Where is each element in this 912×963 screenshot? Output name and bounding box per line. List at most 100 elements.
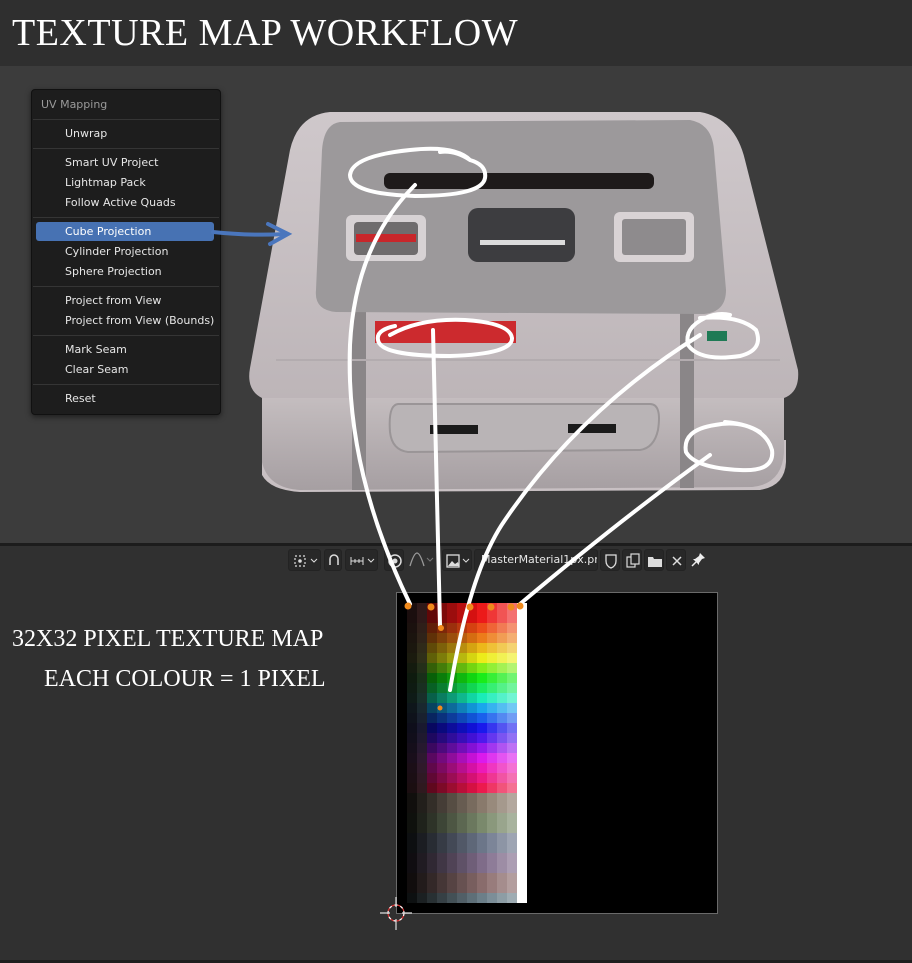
- caption-line-2: EACH COLOUR = 1 PIXEL: [44, 666, 326, 692]
- snap-icon[interactable]: [324, 549, 342, 571]
- color-swatch-pixel: [427, 763, 437, 773]
- color-swatch-pixel: [437, 613, 447, 623]
- color-swatch-pixel: [437, 803, 447, 813]
- color-swatch-pixel: [487, 623, 497, 633]
- color-swatch-pixel: [507, 783, 517, 793]
- color-swatch-pixel: [417, 893, 427, 903]
- color-swatch-pixel: [487, 863, 497, 873]
- color-swatch-pixel: [457, 743, 467, 753]
- color-swatch-pixel: [477, 713, 487, 723]
- color-swatch-pixel: [407, 853, 417, 863]
- color-swatch-pixel: [417, 643, 427, 653]
- color-swatch-pixel: [517, 683, 527, 693]
- color-swatch-pixel: [457, 713, 467, 723]
- color-swatch-pixel: [487, 733, 497, 743]
- color-swatch-pixel: [447, 733, 457, 743]
- color-swatch-pixel: [417, 783, 427, 793]
- color-swatch-pixel: [497, 793, 507, 803]
- color-swatch-pixel: [507, 823, 517, 833]
- color-swatch-pixel: [437, 763, 447, 773]
- color-swatch-pixel: [517, 813, 527, 823]
- color-swatch-pixel: [417, 703, 427, 713]
- color-swatch-pixel: [447, 773, 457, 783]
- menu-item-mark-seam[interactable]: Mark Seam: [36, 340, 214, 359]
- color-swatch-pixel: [427, 653, 437, 663]
- color-swatch-pixel: [467, 803, 477, 813]
- color-swatch-pixel: [517, 743, 527, 753]
- color-swatch-pixel: [467, 833, 477, 843]
- open-folder-icon[interactable]: [644, 549, 664, 571]
- color-swatch-pixel: [437, 683, 447, 693]
- color-swatch-pixel: [507, 613, 517, 623]
- color-swatch-pixel: [487, 833, 497, 843]
- color-swatch-pixel: [407, 823, 417, 833]
- color-swatch-pixel: [467, 763, 477, 773]
- snap-target-icon[interactable]: [345, 549, 378, 571]
- image-browse-icon[interactable]: [442, 549, 472, 571]
- menu-item-unwrap[interactable]: Unwrap: [36, 124, 214, 143]
- pin-icon[interactable]: [688, 549, 708, 571]
- color-swatch-pixel: [477, 733, 487, 743]
- menu-item-cube-projection[interactable]: Cube Projection: [36, 222, 214, 241]
- falloff-icon[interactable]: [406, 549, 436, 571]
- color-swatch-pixel: [417, 733, 427, 743]
- color-swatch-pixel: [517, 723, 527, 733]
- color-swatch-pixel: [417, 623, 427, 633]
- color-swatch-pixel: [507, 893, 517, 903]
- fake-user-icon[interactable]: [600, 549, 620, 571]
- texture-image[interactable]: [396, 592, 718, 914]
- color-swatch-pixel: [407, 863, 417, 873]
- color-swatch-pixel: [497, 653, 507, 663]
- color-swatch-pixel: [467, 713, 477, 723]
- duplicate-image-icon[interactable]: [622, 549, 642, 571]
- color-swatch-pixel: [457, 653, 467, 663]
- color-swatch-pixel: [507, 833, 517, 843]
- page-title: TEXTURE MAP WORKFLOW: [12, 12, 519, 54]
- unlink-icon[interactable]: [666, 549, 686, 571]
- menu-separator: [33, 286, 219, 287]
- menu-item-project-from-view-bounds[interactable]: Project from View (Bounds): [36, 311, 214, 330]
- color-swatch-pixel: [437, 813, 447, 823]
- menu-item-cylinder-projection[interactable]: Cylinder Projection: [36, 242, 214, 261]
- color-swatch-pixel: [517, 693, 527, 703]
- color-swatch-pixel: [447, 853, 457, 863]
- color-swatch-pixel: [487, 723, 497, 733]
- color-swatch-pixel: [507, 763, 517, 773]
- color-swatch-pixel: [437, 603, 447, 613]
- menu-item-follow-active-quads[interactable]: Follow Active Quads: [36, 193, 214, 212]
- color-swatch-pixel: [497, 723, 507, 733]
- color-swatch-pixel: [487, 893, 497, 903]
- color-swatch-pixel: [467, 743, 477, 753]
- menu-item-lightmap-pack[interactable]: Lightmap Pack: [36, 173, 214, 192]
- color-swatch-pixel: [447, 673, 457, 683]
- color-swatch-pixel: [477, 653, 487, 663]
- color-swatch-pixel: [507, 723, 517, 733]
- color-swatch-pixel: [417, 883, 427, 893]
- menu-item-sphere-projection[interactable]: Sphere Projection: [36, 262, 214, 281]
- color-swatch-pixel: [427, 613, 437, 623]
- color-swatch-pixel: [457, 763, 467, 773]
- color-swatch-pixel: [457, 813, 467, 823]
- color-swatch-pixel: [437, 733, 447, 743]
- color-swatch-pixel: [517, 873, 527, 883]
- color-swatch-pixel: [487, 763, 497, 773]
- color-swatch-pixel: [487, 693, 497, 703]
- proportional-icon[interactable]: [384, 549, 404, 571]
- color-swatch-pixel: [407, 643, 417, 653]
- color-swatch-pixel: [517, 883, 527, 893]
- menu-item-smart-uv-project[interactable]: Smart UV Project: [36, 153, 214, 172]
- pivot-icon[interactable]: [288, 549, 321, 571]
- color-swatch-pixel: [457, 643, 467, 653]
- color-swatch-pixel: [467, 853, 477, 863]
- menu-separator: [33, 384, 219, 385]
- menu-item-project-from-view[interactable]: Project from View: [36, 291, 214, 310]
- color-swatch-pixel: [487, 853, 497, 863]
- color-swatch-pixel: [407, 873, 417, 883]
- menu-item-clear-seam[interactable]: Clear Seam: [36, 360, 214, 379]
- menu-item-reset[interactable]: Reset: [36, 389, 214, 408]
- color-swatch-pixel: [417, 673, 427, 683]
- color-swatch-pixel: [477, 873, 487, 883]
- color-swatch-pixel: [447, 723, 457, 733]
- color-swatch-pixel: [497, 673, 507, 683]
- image-name-field[interactable]: MasterMaterial1px.png: [474, 549, 598, 571]
